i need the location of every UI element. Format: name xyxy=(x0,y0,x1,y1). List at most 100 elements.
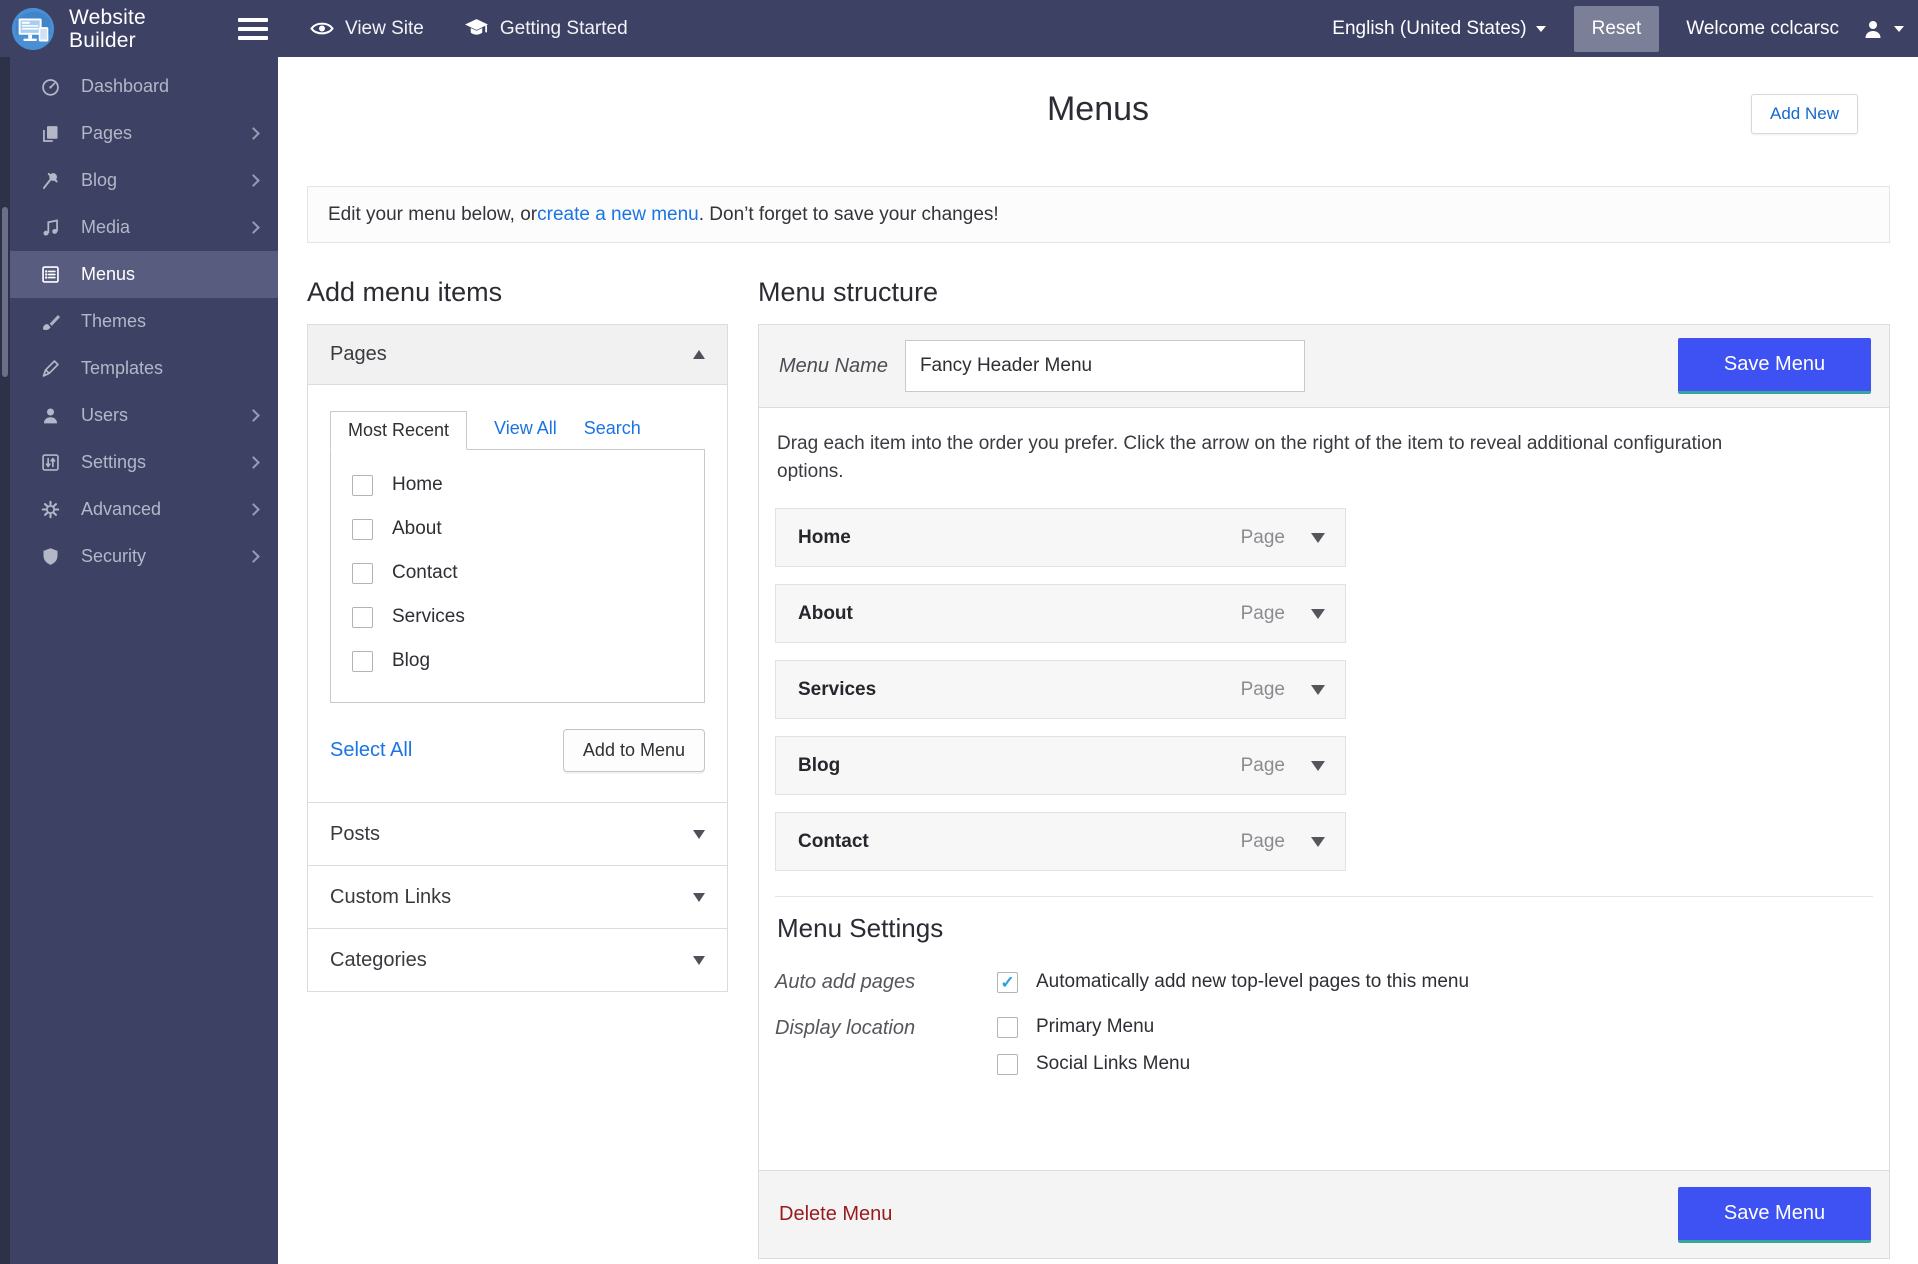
save-menu-button-bottom[interactable]: Save Menu xyxy=(1678,1187,1871,1243)
tab-view-all[interactable]: View All xyxy=(494,418,557,449)
item-options-arrow-icon[interactable] xyxy=(1311,761,1325,771)
menu-item-services[interactable]: Services Page xyxy=(775,660,1346,719)
accordion-posts-header[interactable]: Posts xyxy=(308,802,727,865)
sidebar-item-pages[interactable]: Pages xyxy=(10,110,278,157)
page-checkbox-about[interactable] xyxy=(352,519,373,540)
add-menu-items-panel: Pages Most Recent View All Search Home A… xyxy=(307,324,728,992)
page-checkbox-label: Contact xyxy=(392,562,457,584)
pages-checkbox-list: Home About Contact Services Blog xyxy=(330,449,705,703)
page-checkbox-label: Home xyxy=(392,474,443,496)
language-selector[interactable]: English (United States) xyxy=(1332,18,1545,40)
brand[interactable]: Website Builder xyxy=(0,6,236,52)
reset-button[interactable]: Reset xyxy=(1574,6,1660,52)
social-links-menu-checkbox[interactable] xyxy=(997,1054,1018,1075)
menu-structure-panel: Menu Name Save Menu Drag each item into … xyxy=(758,324,1890,1259)
sidebar-item-templates[interactable]: Templates xyxy=(10,345,278,392)
sidebar-item-advanced[interactable]: Advanced xyxy=(10,486,278,533)
sidebar-item-label: Dashboard xyxy=(81,76,169,97)
expand-arrow-icon xyxy=(693,893,705,902)
add-new-button[interactable]: Add New xyxy=(1751,94,1858,134)
chevron-down-icon xyxy=(1894,26,1904,32)
save-menu-button-top[interactable]: Save Menu xyxy=(1678,338,1871,394)
page-checkbox-services[interactable] xyxy=(352,607,373,628)
item-options-arrow-icon[interactable] xyxy=(1311,837,1325,847)
notice-text-pre: Edit your menu below, or xyxy=(328,204,537,226)
sidebar-scrollbar-thumb[interactable] xyxy=(2,207,8,377)
sidebar-item-label: Users xyxy=(81,405,128,426)
view-site-button[interactable]: View Site xyxy=(310,18,424,40)
create-new-menu-link[interactable]: create a new menu xyxy=(537,204,699,226)
auto-add-option: Automatically add new top-level pages to… xyxy=(997,970,1469,994)
item-options-arrow-icon[interactable] xyxy=(1311,609,1325,619)
menu-item-about[interactable]: About Page xyxy=(775,584,1346,643)
sidebar-item-blog[interactable]: Blog xyxy=(10,157,278,204)
sidebar-item-label: Menus xyxy=(81,264,135,285)
display-option-primary: Primary Menu xyxy=(997,1016,1190,1038)
primary-menu-checkbox[interactable] xyxy=(997,1017,1018,1038)
add-to-menu-button[interactable]: Add to Menu xyxy=(563,729,705,772)
sidebar-scrollbar[interactable] xyxy=(0,57,10,1264)
sidebar-item-themes[interactable]: Themes xyxy=(10,298,278,345)
menu-item-home[interactable]: Home Page xyxy=(775,508,1346,567)
user-icon xyxy=(1861,17,1885,41)
chevron-right-icon xyxy=(247,409,260,422)
settings-icon xyxy=(40,452,61,473)
sidebar-item-security[interactable]: Security xyxy=(10,533,278,580)
list-item: Services xyxy=(331,595,704,639)
getting-started-button[interactable]: Getting Started xyxy=(464,18,628,40)
chevron-right-icon xyxy=(247,456,260,469)
auto-add-pages-label: Auto add pages xyxy=(775,970,997,994)
list-item: Home xyxy=(331,463,704,507)
expand-arrow-icon xyxy=(693,956,705,965)
menu-item-label: Services xyxy=(798,679,876,701)
page-checkbox-home[interactable] xyxy=(352,475,373,496)
collapse-arrow-icon xyxy=(693,350,705,359)
header-right: English (United States) Reset Welcome cc… xyxy=(1332,6,1918,52)
menu-item-type: Page xyxy=(1241,603,1285,625)
menu-item-blog[interactable]: Blog Page xyxy=(775,736,1346,795)
page-checkbox-contact[interactable] xyxy=(352,563,373,584)
delete-menu-link[interactable]: Delete Menu xyxy=(779,1203,892,1226)
accordion-pages-header[interactable]: Pages xyxy=(308,325,727,385)
chevron-right-icon xyxy=(247,127,260,140)
chevron-down-icon xyxy=(1536,26,1546,32)
themes-icon xyxy=(40,311,61,332)
sidebar-item-media[interactable]: Media xyxy=(10,204,278,251)
menu-item-contact[interactable]: Contact Page xyxy=(775,812,1346,871)
menu-name-input[interactable] xyxy=(905,340,1305,392)
item-options-arrow-icon[interactable] xyxy=(1311,685,1325,695)
pages-footer: Select All Add to Menu xyxy=(330,729,705,772)
sidebar-item-users[interactable]: Users xyxy=(10,392,278,439)
sidebar-item-menus[interactable]: Menus xyxy=(10,251,278,298)
language-label: English (United States) xyxy=(1332,18,1526,40)
sidebar-item-settings[interactable]: Settings xyxy=(10,439,278,486)
eye-icon xyxy=(310,20,334,37)
auto-add-checkbox[interactable] xyxy=(997,972,1018,993)
primary-menu-label: Primary Menu xyxy=(1036,1016,1154,1038)
page-checkbox-label: About xyxy=(392,518,442,540)
expand-arrow-icon xyxy=(693,830,705,839)
accordion-categories-header[interactable]: Categories xyxy=(308,928,727,991)
users-icon xyxy=(40,405,61,426)
hamburger-menu-icon[interactable] xyxy=(238,18,268,40)
chevron-right-icon xyxy=(247,221,260,234)
tab-most-recent[interactable]: Most Recent xyxy=(330,411,467,450)
top-header: Website Builder View Site Getting Starte… xyxy=(0,0,1918,57)
brand-name: Website Builder xyxy=(69,6,146,52)
accordion-custom-links-header[interactable]: Custom Links xyxy=(308,865,727,928)
display-location-options: Primary Menu Social Links Menu xyxy=(997,1016,1190,1075)
menu-structure-body: Drag each item into the order you prefer… xyxy=(759,408,1889,1170)
select-all-link[interactable]: Select All xyxy=(330,739,412,762)
sidebar-item-dashboard[interactable]: Dashboard xyxy=(10,63,278,110)
auto-add-option-label: Automatically add new top-level pages to… xyxy=(1036,971,1469,993)
tab-search[interactable]: Search xyxy=(584,418,641,449)
menu-item-label: Home xyxy=(798,527,851,549)
page-checkbox-blog[interactable] xyxy=(352,651,373,672)
item-options-arrow-icon[interactable] xyxy=(1311,533,1325,543)
user-menu[interactable] xyxy=(1861,17,1904,41)
menu-settings-heading: Menu Settings xyxy=(777,913,1873,944)
drag-instructions: Drag each item into the order you prefer… xyxy=(777,430,1762,486)
menu-item-type: Page xyxy=(1241,831,1285,853)
app-logo-icon xyxy=(10,6,56,52)
sidebar-item-label: Themes xyxy=(81,311,146,332)
